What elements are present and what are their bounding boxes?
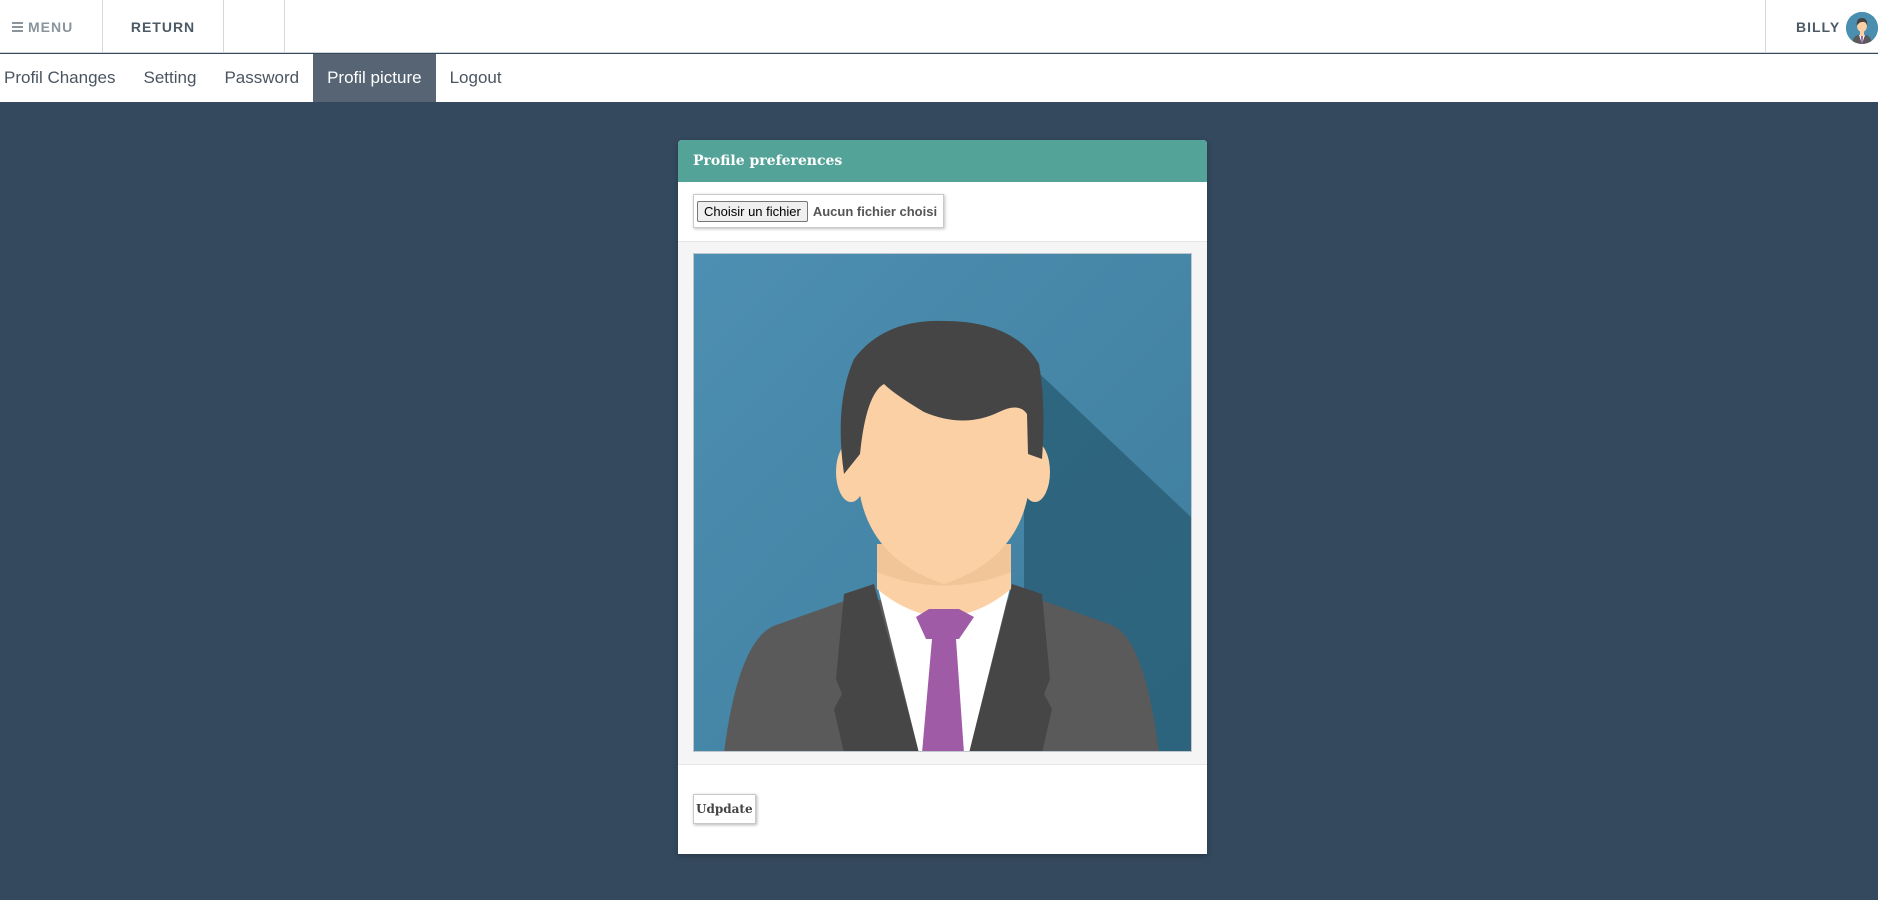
return-label: RETURN [130,18,196,35]
tab-setting[interactable]: Setting [130,54,211,102]
update-button[interactable]: Udpdate [693,794,756,824]
panel-title: Profile preferences [678,140,1207,182]
hamburger-icon [12,20,23,34]
file-status-text: Aucun fichier choisi [812,203,938,219]
menu-button[interactable]: MENU [0,0,103,53]
tab-logout[interactable]: Logout [436,54,516,102]
businessman-avatar-image [693,253,1192,752]
file-input[interactable]: Choisir un fichier Aucun fichier choisi [693,194,945,228]
blank-topbar-button[interactable] [224,0,285,53]
user-menu[interactable]: BILLY [1765,0,1878,53]
tab-profil-picture[interactable]: Profil picture [313,54,436,102]
file-upload-row: Choisir un fichier Aucun fichier choisi [678,182,1207,242]
profile-tabs: Profil Changes Setting Password Profil p… [0,54,1878,102]
user-avatar-icon [1846,11,1878,44]
menu-label: MENU [28,18,74,35]
return-button[interactable]: RETURN [103,0,224,53]
profile-preferences-panel: Profile preferences Choisir un fichier A… [678,140,1207,854]
top-bar: MENU RETURN BILLY [0,0,1878,53]
choose-file-button[interactable]: Choisir un fichier [697,200,808,222]
image-preview-area [678,242,1207,765]
user-name: BILLY [1796,18,1841,35]
tab-password[interactable]: Password [210,54,313,102]
tab-profil-changes[interactable]: Profil Changes [0,54,130,102]
